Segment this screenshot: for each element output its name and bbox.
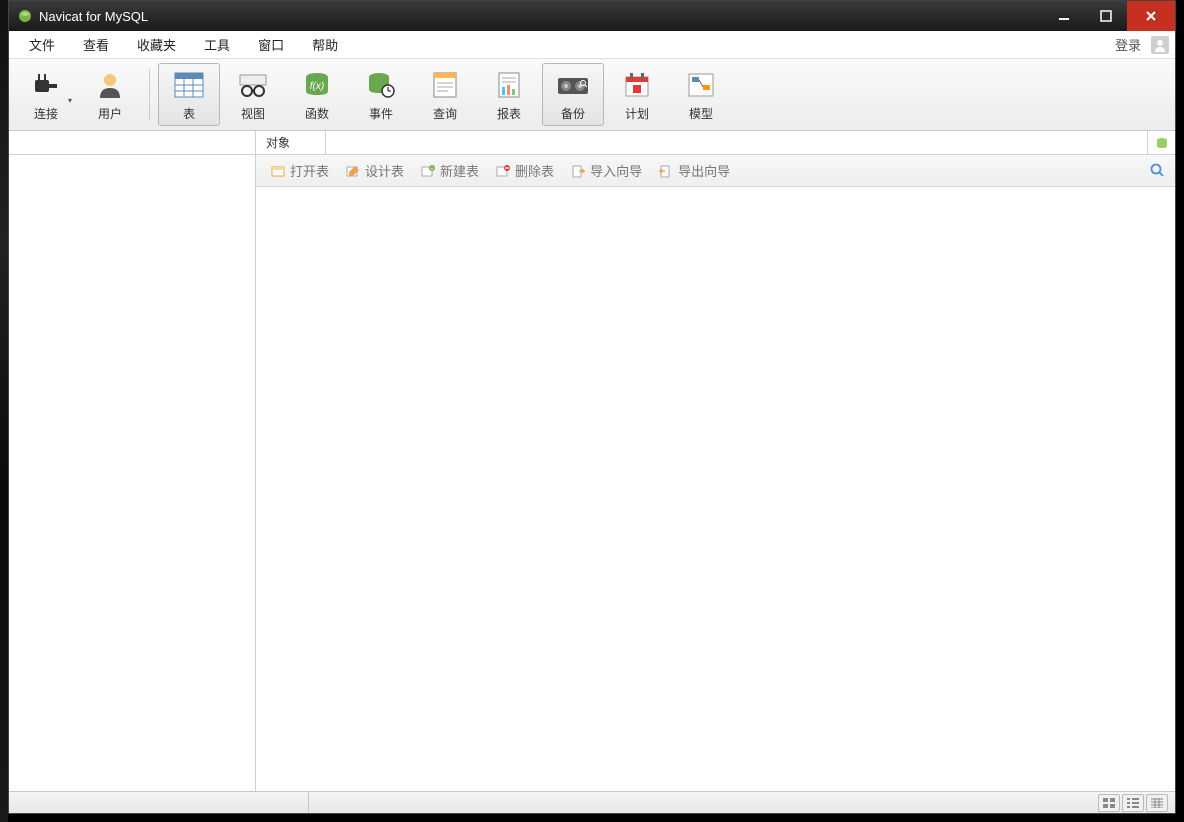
design-table-icon <box>345 163 361 179</box>
toolbar-user[interactable]: 用户 <box>79 63 141 126</box>
toolbar-user-label: 用户 <box>98 105 122 122</box>
content-wrap: 打开表 设计表 + 新建表 删除表 导入向导 <box>256 155 1175 791</box>
object-bar: 对象 <box>9 131 1175 155</box>
toolbar-view[interactable]: 视图 <box>222 63 284 126</box>
menu-favorites[interactable]: 收藏夹 <box>123 31 190 58</box>
action-design-table[interactable]: 设计表 <box>339 159 410 182</box>
chevron-down-icon: ▾ <box>68 96 72 105</box>
window-title: Navicat for MySQL <box>39 9 1043 24</box>
toolbar-report-label: 报表 <box>497 105 521 122</box>
export-icon <box>658 163 674 179</box>
object-bar-left-spacer <box>9 131 256 154</box>
background-strip <box>0 0 8 822</box>
glasses-icon <box>236 67 270 103</box>
toolbar-function-label: 函数 <box>305 105 329 122</box>
action-open-table[interactable]: 打开表 <box>264 159 335 182</box>
window-buttons <box>1043 1 1175 31</box>
toolbar-table-label: 表 <box>183 105 195 122</box>
toolbar-table[interactable]: 表 <box>158 63 220 126</box>
new-table-icon: + <box>420 163 436 179</box>
maximize-button[interactable] <box>1085 1 1127 31</box>
user-icon <box>95 67 125 103</box>
action-delete-table[interactable]: 删除表 <box>489 159 560 182</box>
action-export-wizard-label: 导出向导 <box>678 161 730 180</box>
view-mode-detail[interactable] <box>1146 794 1168 812</box>
plug-icon <box>29 67 63 103</box>
calendar-icon <box>623 67 651 103</box>
action-import-wizard-label: 导入向导 <box>590 161 642 180</box>
app-window: Navicat for MySQL 文件 查看 收藏夹 工具 窗口 帮助 登录 <box>8 0 1176 814</box>
toolbar-function[interactable]: f(x) 函数 <box>286 63 348 126</box>
login-link[interactable]: 登录 <box>1109 31 1147 58</box>
table-icon <box>173 67 205 103</box>
action-new-table[interactable]: + 新建表 <box>414 159 485 182</box>
toolbar-schedule-label: 计划 <box>625 105 649 122</box>
toolbar-model[interactable]: 模型 <box>670 63 732 126</box>
menu-tools[interactable]: 工具 <box>190 31 244 58</box>
toolbar-backup-label: 备份 <box>561 105 585 122</box>
svg-text:f(x): f(x) <box>310 81 324 92</box>
toolbar-view-label: 视图 <box>241 105 265 122</box>
app-icon <box>17 8 33 24</box>
menu-window[interactable]: 窗口 <box>244 31 298 58</box>
close-button[interactable] <box>1127 1 1175 31</box>
action-export-wizard[interactable]: 导出向导 <box>652 159 736 182</box>
action-import-wizard[interactable]: 导入向导 <box>564 159 648 182</box>
object-tab[interactable]: 对象 <box>256 131 326 154</box>
toolbar-query-label: 查询 <box>433 105 457 122</box>
toolbar-connect-label: 连接 <box>34 105 58 122</box>
toolbar-model-label: 模型 <box>689 105 713 122</box>
object-refresh-icon[interactable] <box>1147 131 1175 154</box>
query-icon <box>430 67 460 103</box>
backup-icon <box>556 67 590 103</box>
function-icon: f(x) <box>302 67 332 103</box>
model-icon <box>686 67 716 103</box>
action-bar: 打开表 设计表 + 新建表 删除表 导入向导 <box>256 155 1175 187</box>
action-design-table-label: 设计表 <box>365 161 404 180</box>
avatar-icon[interactable] <box>1151 36 1169 54</box>
toolbar: ▾ 连接 用户 表 视图 f(x) 函数 <box>9 59 1175 131</box>
toolbar-query[interactable]: 查询 <box>414 63 476 126</box>
minimize-button[interactable] <box>1043 1 1085 31</box>
search-icon[interactable] <box>1149 162 1167 180</box>
svg-text:+: + <box>431 166 434 172</box>
toolbar-separator <box>149 69 150 120</box>
action-delete-table-label: 删除表 <box>515 161 554 180</box>
menubar: 文件 查看 收藏夹 工具 窗口 帮助 登录 <box>9 31 1175 59</box>
toolbar-connect[interactable]: ▾ 连接 <box>15 63 77 126</box>
action-open-table-label: 打开表 <box>290 161 329 180</box>
main-area: 打开表 设计表 + 新建表 删除表 导入向导 <box>9 155 1175 791</box>
menu-view[interactable]: 查看 <box>69 31 123 58</box>
menu-file[interactable]: 文件 <box>15 31 69 58</box>
titlebar: Navicat for MySQL <box>9 1 1175 31</box>
toolbar-backup[interactable]: 备份 <box>542 63 604 126</box>
object-path <box>326 131 1147 154</box>
toolbar-schedule[interactable]: 计划 <box>606 63 668 126</box>
toolbar-event-label: 事件 <box>369 105 393 122</box>
statusbar <box>9 791 1175 813</box>
clock-db-icon <box>366 67 396 103</box>
import-icon <box>570 163 586 179</box>
toolbar-event[interactable]: 事件 <box>350 63 412 126</box>
action-new-table-label: 新建表 <box>440 161 479 180</box>
toolbar-report[interactable]: 报表 <box>478 63 540 126</box>
connection-tree[interactable] <box>9 155 256 791</box>
delete-table-icon <box>495 163 511 179</box>
view-mode-grid[interactable] <box>1098 794 1120 812</box>
menu-help[interactable]: 帮助 <box>298 31 352 58</box>
report-icon <box>494 67 524 103</box>
status-left <box>9 792 309 813</box>
view-mode-list[interactable] <box>1122 794 1144 812</box>
object-list[interactable] <box>256 187 1175 791</box>
open-table-icon <box>270 163 286 179</box>
